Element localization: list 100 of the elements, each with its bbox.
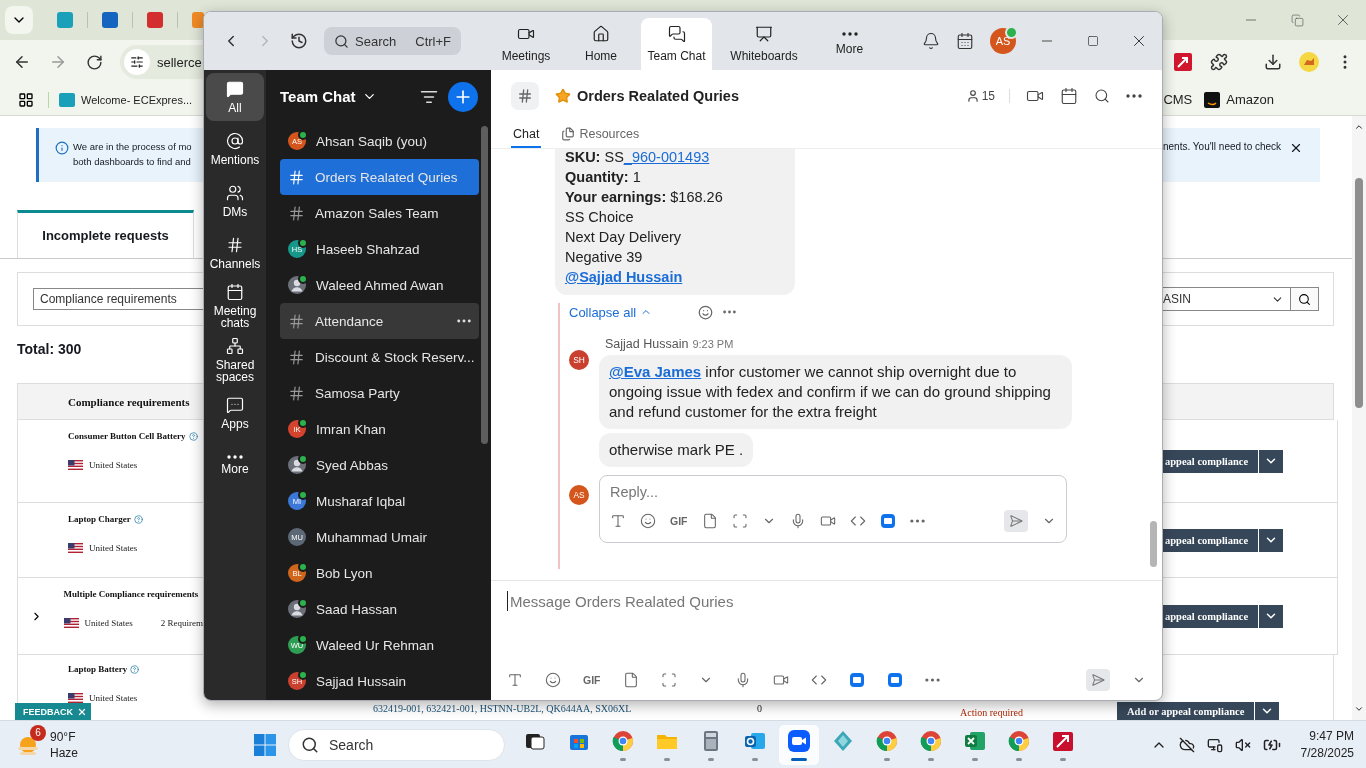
maximize-icon[interactable] [1087, 35, 1099, 47]
mention-link[interactable]: @Sajjad Hussain [565, 267, 683, 287]
chat-list-item[interactable]: Syed Abbas [280, 447, 479, 483]
extension-icon[interactable] [1174, 53, 1192, 71]
document-icon[interactable] [879, 513, 896, 529]
mention-link[interactable]: @Eva James [609, 363, 702, 380]
emoji-icon[interactable] [640, 513, 656, 529]
tab-search-button[interactable] [5, 6, 33, 34]
video-icon[interactable] [819, 513, 836, 529]
profile-icon[interactable] [1299, 52, 1319, 72]
appeal-button[interactable]: Add or appeal compliance [1117, 702, 1255, 720]
taskbar-app[interactable] [779, 724, 819, 765]
more-icon[interactable] [1126, 94, 1142, 98]
more-icon[interactable] [723, 310, 737, 314]
phone-link-icon[interactable] [1206, 736, 1223, 753]
collapse-all-link[interactable]: Collapse all [569, 304, 653, 320]
search-field[interactable]: Search Ctrl+F [324, 27, 461, 55]
filter-select[interactable]: Compliance requirements [33, 288, 203, 310]
bookmark-link[interactable]: Amazon [1204, 91, 1274, 108]
document-icon[interactable] [886, 672, 903, 688]
cloud-icon[interactable] [1178, 736, 1195, 753]
extensions-icon[interactable] [1210, 53, 1228, 71]
chat-list-item[interactable]: Orders Realated Quries [280, 159, 479, 195]
nav-tab[interactable]: Team Chat [641, 18, 712, 70]
bell-icon[interactable] [922, 32, 940, 50]
code-icon[interactable] [810, 672, 827, 688]
bookmark-link[interactable]: Welcome- ECExpres... [59, 92, 193, 107]
scroll-down-icon[interactable] [1354, 704, 1364, 714]
dropdown-button[interactable] [1255, 702, 1280, 720]
dropdown-button[interactable] [1259, 449, 1284, 473]
channel-tab[interactable]: Resources [559, 122, 642, 148]
code-icon[interactable] [849, 513, 866, 529]
video-icon[interactable] [772, 672, 789, 688]
rail-item[interactable]: More [206, 441, 264, 489]
help-icon[interactable] [133, 514, 143, 524]
feedback-button[interactable]: FEEDBACK [15, 703, 91, 720]
site-settings-icon[interactable] [130, 55, 144, 69]
chat-list-item[interactable]: Saad Hassan [280, 591, 479, 627]
chat-list-item[interactable]: Amazon Sales Team [280, 195, 479, 231]
document-icon[interactable] [848, 672, 865, 688]
rail-item[interactable]: All [206, 73, 264, 121]
taskbar-search[interactable]: Search [288, 728, 505, 761]
help-icon[interactable] [130, 664, 140, 674]
download-icon[interactable] [1264, 53, 1282, 71]
appeal-button[interactable]: appeal compliance [1163, 604, 1259, 628]
dropdown-button[interactable] [1259, 604, 1284, 628]
chat-list-item[interactable]: Samosa Party [280, 375, 479, 411]
members-button[interactable]: 15 [965, 89, 1010, 103]
volume-icon[interactable] [1234, 736, 1251, 753]
page-tab[interactable]: Incomplete requests [17, 210, 194, 258]
text-format-icon[interactable] [610, 513, 626, 529]
emoji-icon[interactable] [698, 304, 714, 320]
nav-tab[interactable]: More [816, 18, 883, 70]
appeal-button[interactable]: appeal compliance [1163, 528, 1259, 552]
nav-tab[interactable]: Home [566, 18, 636, 70]
scroll-up-icon[interactable] [1354, 122, 1364, 132]
apps-icon[interactable] [18, 91, 34, 108]
more-icon[interactable] [924, 678, 940, 682]
help-icon[interactable] [188, 431, 198, 441]
bookmark-link[interactable]: CMS [1163, 91, 1193, 108]
sku-link[interactable]: _960-001493 [623, 149, 710, 165]
emoji-icon[interactable] [545, 672, 561, 688]
address-bar[interactable]: sellerce [120, 45, 203, 79]
dropdown-button[interactable] [1259, 528, 1284, 552]
send-button[interactable] [1086, 669, 1110, 691]
nav-tab[interactable]: Meetings [491, 18, 561, 70]
scrollbar-thumb[interactable] [1355, 178, 1363, 408]
more-icon[interactable] [909, 519, 925, 523]
hash-icon [288, 168, 305, 186]
channel-tab[interactable]: Chat [511, 122, 542, 148]
calendar-icon[interactable] [1060, 87, 1078, 105]
appeal-button[interactable]: appeal compliance [1163, 449, 1259, 473]
reload-icon[interactable] [85, 53, 103, 71]
chat-list-item[interactable]: Discount & Stock Reserv... [280, 339, 479, 375]
history-icon[interactable] [290, 32, 308, 50]
team-chat-menu[interactable]: Team Chat [280, 88, 377, 105]
nav-tab[interactable]: Whiteboards [717, 18, 811, 70]
rail-item[interactable]: Meeting chats [206, 281, 264, 331]
rail-item[interactable]: Shared spaces [206, 335, 264, 385]
back-icon[interactable] [13, 53, 31, 71]
chat-list-item[interactable]: Waleed Ahmed Awan [280, 267, 479, 303]
calendar-icon[interactable] [956, 32, 974, 50]
search-icon[interactable] [1094, 88, 1110, 104]
text-format-icon[interactable] [507, 672, 523, 688]
file-icon[interactable] [622, 672, 639, 688]
gif-button[interactable]: GIF [583, 674, 601, 686]
more-icon[interactable] [457, 319, 471, 323]
star-icon[interactable] [555, 88, 571, 104]
rail-item[interactable]: Mentions [206, 125, 264, 173]
start-icon[interactable] [254, 733, 276, 756]
search-button[interactable] [1290, 287, 1319, 311]
reply-field[interactable]: Reply... GIF [599, 475, 1067, 543]
chat-list-item[interactable]: Attendance [280, 303, 479, 339]
new-chat-button[interactable] [448, 81, 478, 112]
file-icon[interactable] [701, 513, 718, 529]
gif-button[interactable]: GIF [670, 515, 688, 527]
rail-item[interactable]: Channels [206, 229, 264, 277]
send-button[interactable] [1004, 510, 1028, 532]
rail-item[interactable]: DMs [206, 177, 264, 225]
rail-item[interactable]: Apps [206, 389, 264, 437]
